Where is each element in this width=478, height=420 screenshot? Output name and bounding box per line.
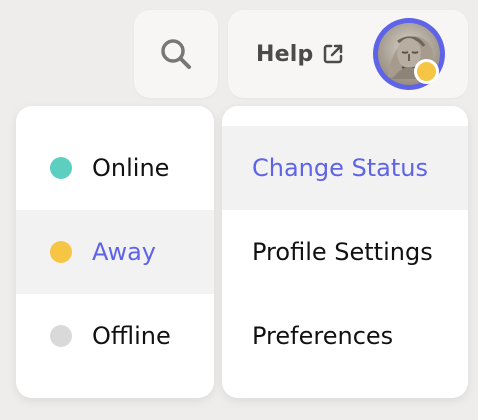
status-menu: Online Away Offline (16, 106, 214, 398)
search-button[interactable] (134, 10, 218, 98)
topbar-help-panel: Help (228, 10, 468, 98)
menu-item-change-status[interactable]: Change Status (222, 126, 468, 210)
avatar-status-indicator (414, 59, 439, 84)
status-option-away[interactable]: Away (16, 210, 214, 294)
status-option-label: Offline (92, 322, 171, 350)
menu-item-preferences[interactable]: Preferences (222, 294, 468, 378)
menu-item-label: Profile Settings (252, 238, 433, 266)
menu-item-label: Change Status (252, 154, 428, 182)
search-icon (161, 39, 191, 69)
online-status-dot (50, 157, 72, 179)
status-option-offline[interactable]: Offline (16, 294, 214, 378)
external-link-icon (324, 44, 343, 64)
help-link[interactable]: Help (256, 38, 345, 70)
offline-status-dot (50, 325, 72, 347)
menu-item-profile-settings[interactable]: Profile Settings (222, 210, 468, 294)
avatar-button[interactable] (373, 18, 445, 90)
menu-item-label: Preferences (252, 322, 394, 350)
user-menu: Change Status Profile Settings Preferenc… (222, 106, 468, 398)
status-option-label: Away (92, 238, 156, 266)
status-option-online[interactable]: Online (16, 126, 214, 210)
help-label: Help (256, 41, 314, 67)
status-option-label: Online (92, 154, 170, 182)
away-status-dot (50, 241, 72, 263)
